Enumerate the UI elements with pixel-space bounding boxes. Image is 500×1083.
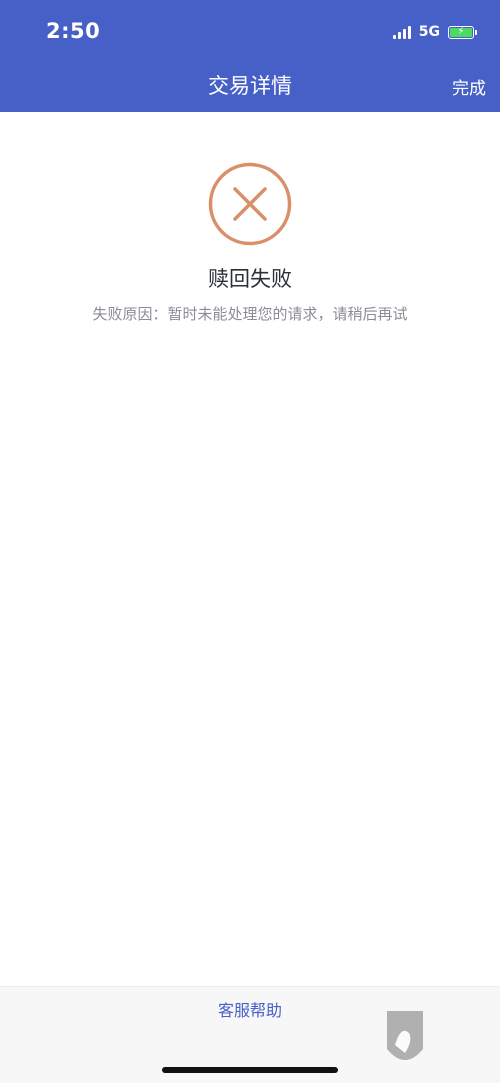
bolt-icon: ⚡ — [457, 26, 465, 37]
network-label: 5G — [418, 24, 440, 40]
page-title: 交易详情 — [208, 74, 292, 98]
status-time: 2:50 — [46, 19, 101, 43]
done-button[interactable]: 完成 — [452, 74, 486, 99]
signal-icon — [392, 25, 411, 39]
home-indicator[interactable] — [162, 1067, 338, 1073]
battery-icon: ⚡ — [448, 25, 477, 39]
result-title: 赎回失败 — [208, 267, 292, 291]
black-cat-logo — [387, 1011, 423, 1060]
failure-reason: 失败原因：暂时未能处理您的请求，请稍后再试 — [92, 305, 408, 323]
header-bar: 2:50 5G ⚡ 交易详情 完成 — [0, 0, 500, 112]
status-indicators: 5G ⚡ — [392, 22, 477, 42]
close-circle-icon — [208, 162, 292, 246]
